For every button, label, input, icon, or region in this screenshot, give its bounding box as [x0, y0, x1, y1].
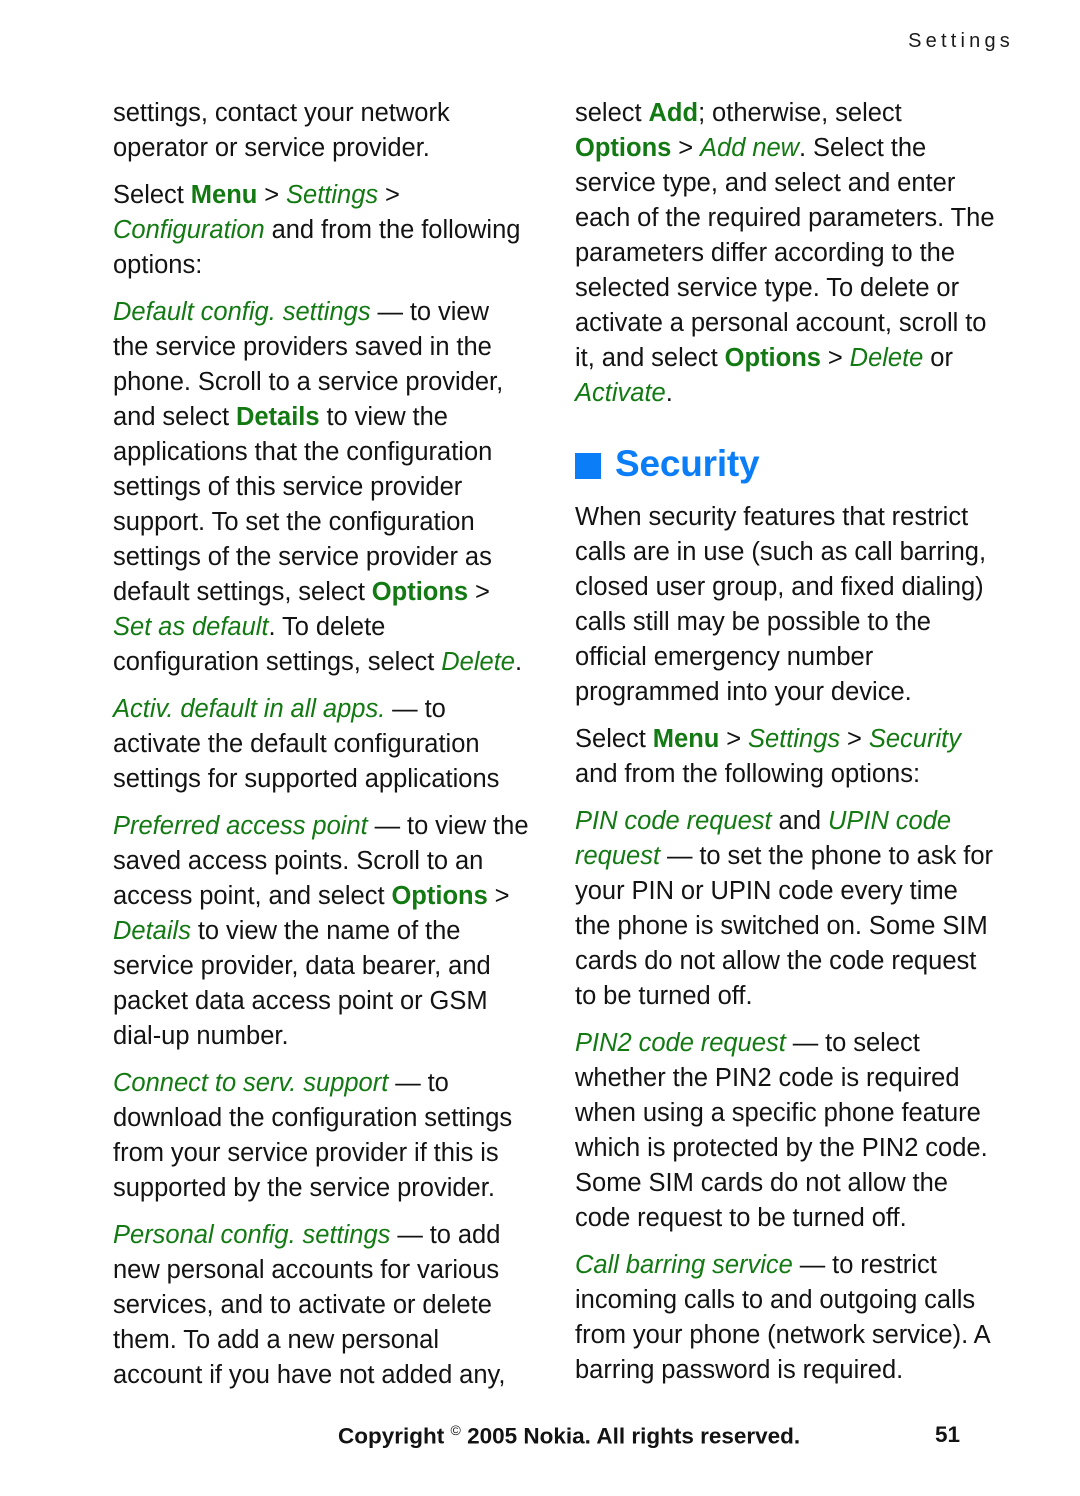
- text-run: When security features that restrict cal…: [575, 503, 987, 706]
- copyright-rest: 2005 Nokia. All rights reserved.: [460, 1423, 801, 1449]
- separator: >: [257, 181, 287, 209]
- text-run: to view the applications that the config…: [113, 403, 493, 606]
- text-run: — to select whether the PIN2 code is req…: [575, 1029, 988, 1232]
- set-as-default-term: Set as default: [113, 613, 269, 641]
- paragraph-connect-to-serv-support: Connect to serv. support — to download t…: [113, 1066, 529, 1206]
- activate-term: Activate: [575, 379, 666, 407]
- add-new-term: Add new: [700, 134, 800, 162]
- paragraph-default-config-settings: Default config. settings — to view the s…: [113, 295, 529, 680]
- text-run: .: [514, 648, 523, 676]
- text-run: settings, contact your network operator …: [113, 99, 450, 162]
- connect-to-serv-support-term: Connect to serv. support: [113, 1069, 389, 1097]
- paragraph-select-menu-configuration: Select Menu > Settings > Configuration a…: [113, 178, 529, 283]
- square-bullet-icon: [575, 452, 601, 479]
- text-run: and: [771, 807, 828, 835]
- default-config-settings-term: Default config. settings: [113, 298, 371, 326]
- section-heading-security: Security: [575, 445, 995, 482]
- text-run: Select: [575, 725, 653, 753]
- paragraph-personal-config-settings: Personal config. settings — to add new p…: [113, 1218, 529, 1393]
- configuration-term: Configuration: [113, 216, 265, 244]
- delete-term: Delete: [849, 344, 924, 372]
- running-head: Settings: [908, 30, 1014, 52]
- menu-term: Menu: [652, 725, 720, 753]
- paragraph-pin-code-request: PIN code request and UPIN code request —…: [575, 804, 995, 1014]
- text-run: ; otherwise, select: [698, 99, 902, 127]
- document-page: Settings settings, contact your network …: [0, 0, 1080, 1496]
- page-number: 51: [934, 1422, 960, 1447]
- details-term: Details: [113, 917, 191, 945]
- paragraph-activ-default-all-apps: Activ. default in all apps. — to activat…: [113, 692, 529, 797]
- text-run: .: [665, 379, 673, 407]
- settings-term: Settings: [748, 725, 841, 753]
- add-term: Add: [648, 99, 699, 127]
- preferred-access-point-term: Preferred access point: [113, 812, 368, 840]
- paragraph-select-menu-security: Select Menu > Settings > Security and fr…: [575, 722, 995, 792]
- paragraph-add-new-account: select Add; otherwise, select Options > …: [575, 96, 995, 411]
- options-term: Options: [391, 882, 488, 910]
- left-column: settings, contact your network operator …: [113, 96, 529, 1405]
- activ-default-term: Activ. default in all apps.: [113, 695, 386, 723]
- separator: >: [468, 578, 490, 606]
- call-barring-service-term: Call barring service: [575, 1251, 793, 1279]
- separator: >: [378, 181, 400, 209]
- paragraph-network-operator: settings, contact your network operator …: [113, 96, 529, 166]
- paragraph-preferred-access-point: Preferred access point — to view the sav…: [113, 809, 529, 1054]
- settings-term: Settings: [286, 181, 379, 209]
- menu-term: Menu: [190, 181, 258, 209]
- two-column-body: settings, contact your network operator …: [113, 96, 1014, 1405]
- separator: >: [487, 882, 510, 910]
- separator: >: [840, 725, 869, 753]
- text-run: . Select the service type, and select an…: [575, 134, 995, 372]
- options-term: Options: [724, 344, 821, 372]
- pin2-code-request-term: PIN2 code request: [575, 1029, 786, 1057]
- section-heading-label: Security: [615, 443, 760, 484]
- text-run: or: [923, 344, 953, 372]
- details-term: Details: [235, 403, 320, 431]
- copyright-notice: Copyright © 2005 Nokia. All rights reser…: [338, 1422, 800, 1450]
- text-run: select: [575, 99, 649, 127]
- pin-code-request-term: PIN code request: [575, 807, 772, 835]
- delete-term: Delete: [441, 648, 515, 676]
- separator: >: [820, 344, 850, 372]
- page-footer: Copyright © 2005 Nokia. All rights reser…: [113, 1422, 1014, 1456]
- right-column: select Add; otherwise, select Options > …: [575, 96, 995, 1405]
- paragraph-security-intro: When security features that restrict cal…: [575, 500, 995, 710]
- text-run: Select: [113, 181, 191, 209]
- copyright-prefix: Copyright: [338, 1423, 451, 1449]
- separator: >: [671, 134, 700, 162]
- paragraph-pin2-code-request: PIN2 code request — to select whether th…: [575, 1026, 995, 1236]
- options-term: Options: [371, 578, 469, 606]
- text-run: and from the following options:: [575, 760, 921, 788]
- options-term: Options: [575, 134, 672, 162]
- security-term: Security: [868, 725, 961, 753]
- personal-config-settings-term: Personal config. settings: [113, 1221, 391, 1249]
- copyright-symbol-icon: ©: [450, 1422, 461, 1438]
- separator: >: [719, 725, 749, 753]
- paragraph-call-barring-service: Call barring service — to restrict incom…: [575, 1248, 995, 1388]
